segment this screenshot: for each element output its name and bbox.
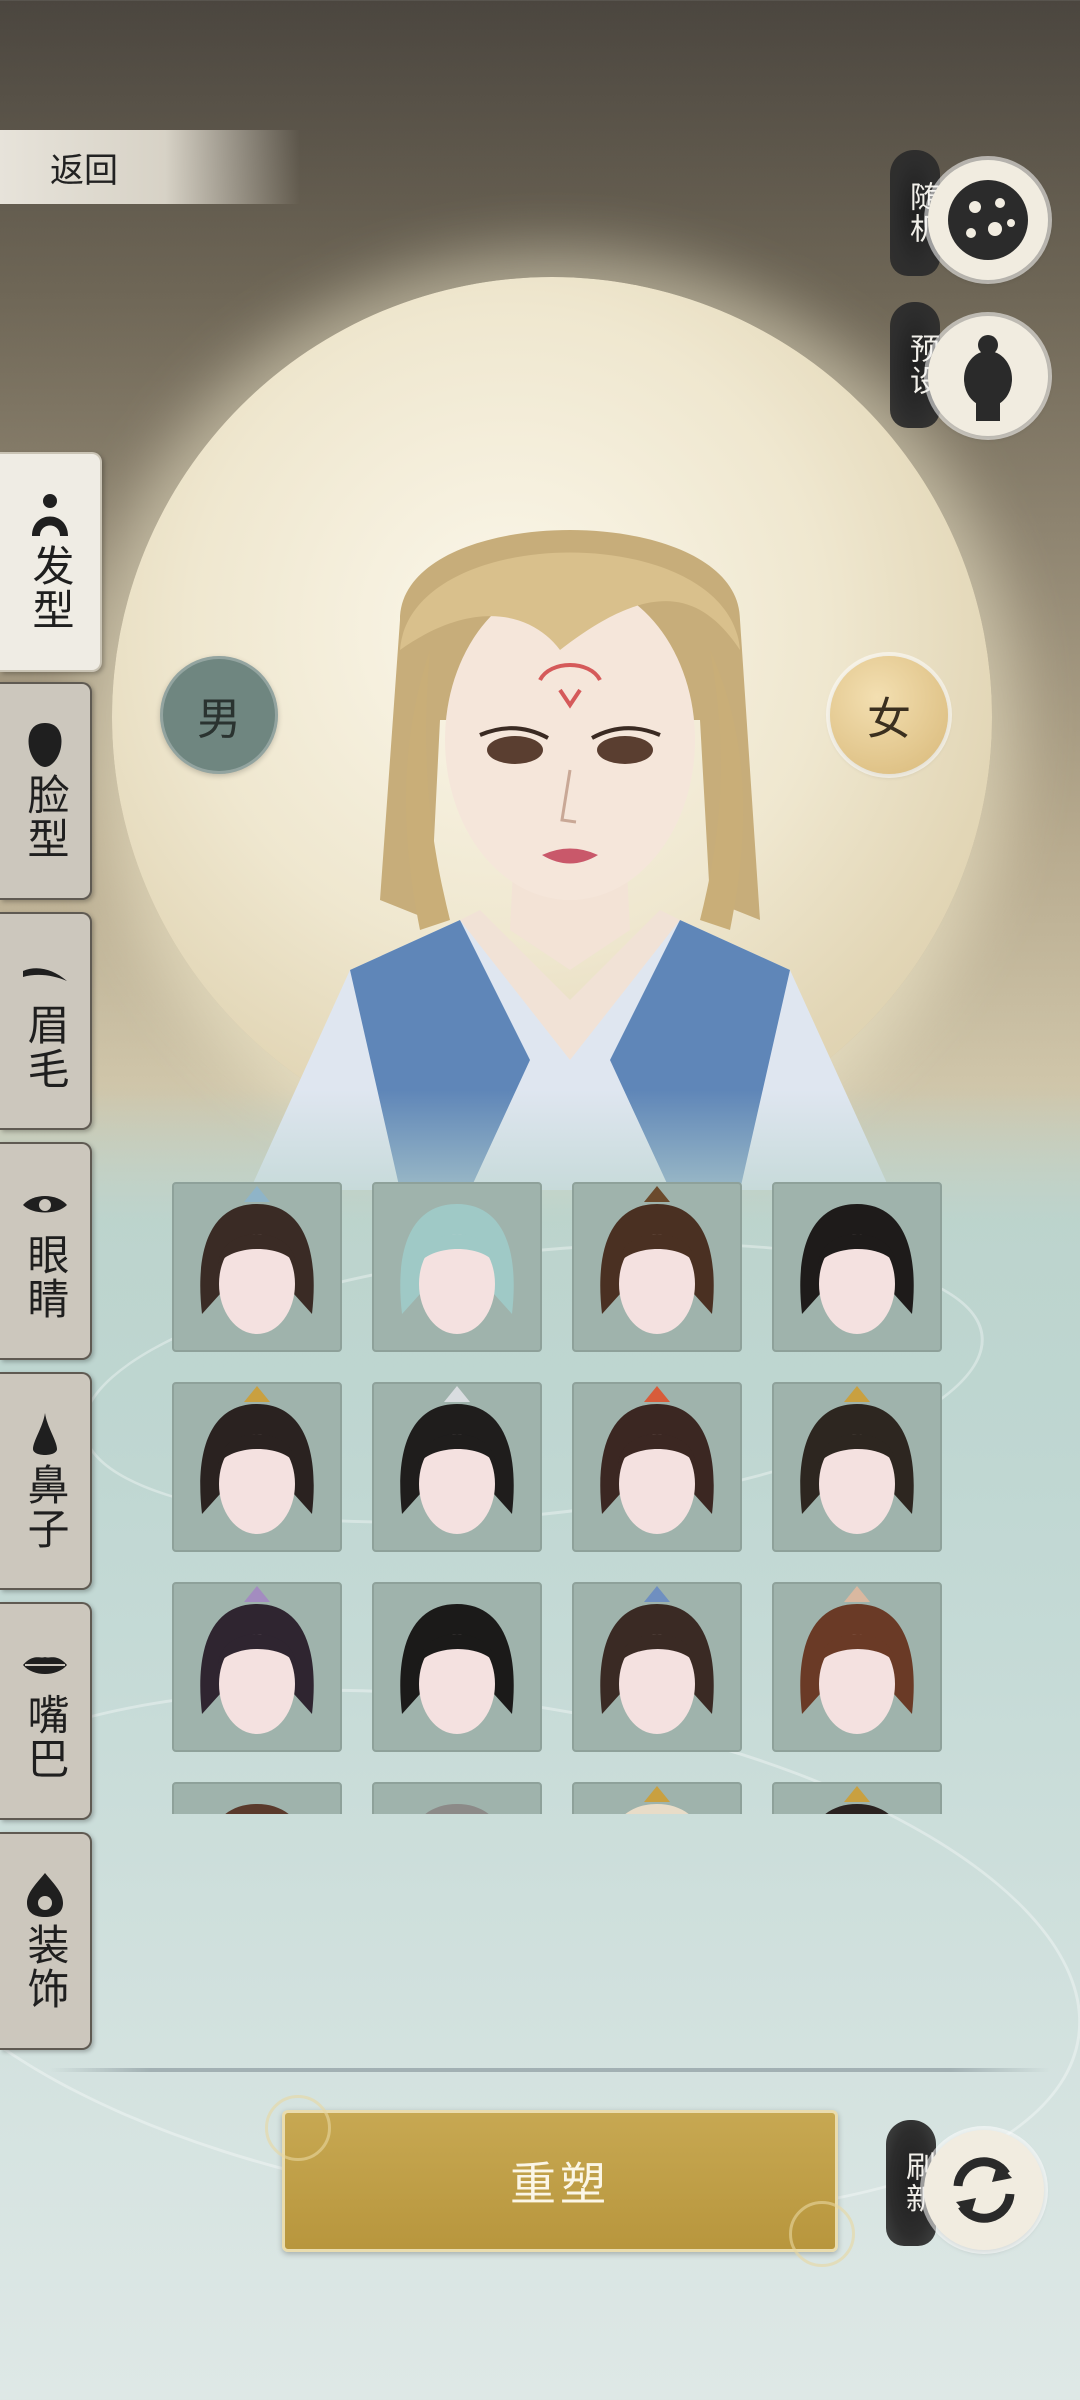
hairstyle-thumbnail bbox=[400, 1604, 514, 1734]
reshape-label: 重塑 bbox=[510, 2157, 610, 2211]
hairstyle-thumbnail bbox=[825, 1786, 889, 1814]
dice-moon-icon bbox=[948, 180, 1028, 260]
hairstyle-option[interactable] bbox=[572, 1182, 742, 1352]
hairstyle-grid bbox=[172, 1182, 952, 1814]
tab-face-shape-label: 脸型 bbox=[21, 773, 70, 861]
tab-nose-label: 鼻子 bbox=[21, 1463, 70, 1551]
eyebrow-icon bbox=[23, 968, 67, 981]
tab-nose[interactable]: 鼻子 bbox=[0, 1372, 92, 1590]
hairstyle-thumbnail bbox=[225, 1804, 289, 1814]
hairstyle-option[interactable] bbox=[772, 1382, 942, 1552]
preset-button[interactable] bbox=[928, 316, 1048, 436]
hair-bun-icon bbox=[32, 494, 68, 536]
hairstyle-thumbnail bbox=[800, 1586, 914, 1734]
hairstyle-option[interactable] bbox=[372, 1382, 542, 1552]
hairstyle-option[interactable] bbox=[572, 1382, 742, 1552]
tab-eyes[interactable]: 眼睛 bbox=[0, 1142, 92, 1360]
hairstyle-option[interactable] bbox=[572, 1582, 742, 1752]
tab-eyebrow-label: 眉毛 bbox=[21, 1003, 70, 1091]
hairstyle-option[interactable] bbox=[172, 1382, 342, 1552]
male-gender-button[interactable]: 男 bbox=[160, 656, 278, 774]
lips-icon bbox=[23, 1657, 67, 1674]
tab-hairstyle[interactable]: 发型 bbox=[0, 452, 102, 672]
hairstyle-thumbnail bbox=[600, 1386, 714, 1534]
tab-hairstyle-label: 发型 bbox=[26, 544, 75, 632]
back-label: 返回 bbox=[50, 150, 118, 191]
face-silhouette-icon bbox=[28, 723, 62, 767]
hairstyle-thumbnail bbox=[400, 1386, 514, 1534]
ornament-icon bbox=[27, 1873, 63, 1917]
tab-ornament-label: 装饰 bbox=[21, 1923, 70, 2011]
refresh-icon bbox=[953, 2157, 1015, 2223]
hairstyle-thumbnail bbox=[200, 1586, 314, 1734]
hairstyle-thumbnail bbox=[200, 1186, 314, 1334]
head-silhouette-icon bbox=[964, 335, 1012, 421]
tab-face-shape[interactable]: 脸型 bbox=[0, 682, 92, 900]
cloud-corner-decoration bbox=[789, 2201, 855, 2267]
hairstyle-thumbnail bbox=[600, 1586, 714, 1734]
tab-mouth-label: 嘴巴 bbox=[21, 1693, 70, 1781]
cloud-corner-decoration bbox=[265, 2095, 331, 2161]
hairstyle-thumbnail bbox=[800, 1204, 914, 1334]
female-gender-button[interactable]: 女 bbox=[830, 656, 948, 774]
hairstyle-option[interactable] bbox=[772, 1782, 942, 1814]
hairstyle-option[interactable] bbox=[372, 1582, 542, 1752]
hairstyle-option[interactable] bbox=[772, 1582, 942, 1752]
tab-eyebrow[interactable]: 眉毛 bbox=[0, 912, 92, 1130]
hairstyle-thumbnail bbox=[425, 1804, 489, 1814]
hairstyle-option[interactable] bbox=[572, 1782, 742, 1814]
hairstyle-option[interactable] bbox=[772, 1182, 942, 1352]
hairstyle-option[interactable] bbox=[372, 1182, 542, 1352]
hairstyle-option[interactable] bbox=[172, 1782, 342, 1814]
random-button[interactable] bbox=[928, 160, 1048, 280]
tab-eyes-label: 眼睛 bbox=[21, 1233, 70, 1321]
hairstyle-option[interactable] bbox=[172, 1182, 342, 1352]
reshape-button[interactable]: 重塑 bbox=[265, 2095, 855, 2267]
tab-mouth[interactable]: 嘴巴 bbox=[0, 1602, 92, 1820]
nose-icon bbox=[33, 1413, 57, 1455]
back-button[interactable]: 返回 bbox=[0, 130, 300, 204]
eye-icon bbox=[23, 1196, 67, 1213]
hairstyle-thumbnail bbox=[400, 1204, 514, 1334]
divider bbox=[50, 2068, 1050, 2072]
hairstyle-option[interactable] bbox=[172, 1582, 342, 1752]
hairstyle-thumbnail bbox=[600, 1186, 714, 1334]
refresh-button[interactable] bbox=[924, 2130, 1044, 2250]
hairstyle-thumbnail bbox=[625, 1786, 689, 1814]
character-portrait bbox=[250, 530, 890, 1190]
tab-ornament[interactable]: 装饰 bbox=[0, 1832, 92, 2050]
hairstyle-thumbnail bbox=[200, 1386, 314, 1534]
hairstyle-thumbnail bbox=[800, 1386, 914, 1534]
hairstyle-option[interactable] bbox=[372, 1782, 542, 1814]
